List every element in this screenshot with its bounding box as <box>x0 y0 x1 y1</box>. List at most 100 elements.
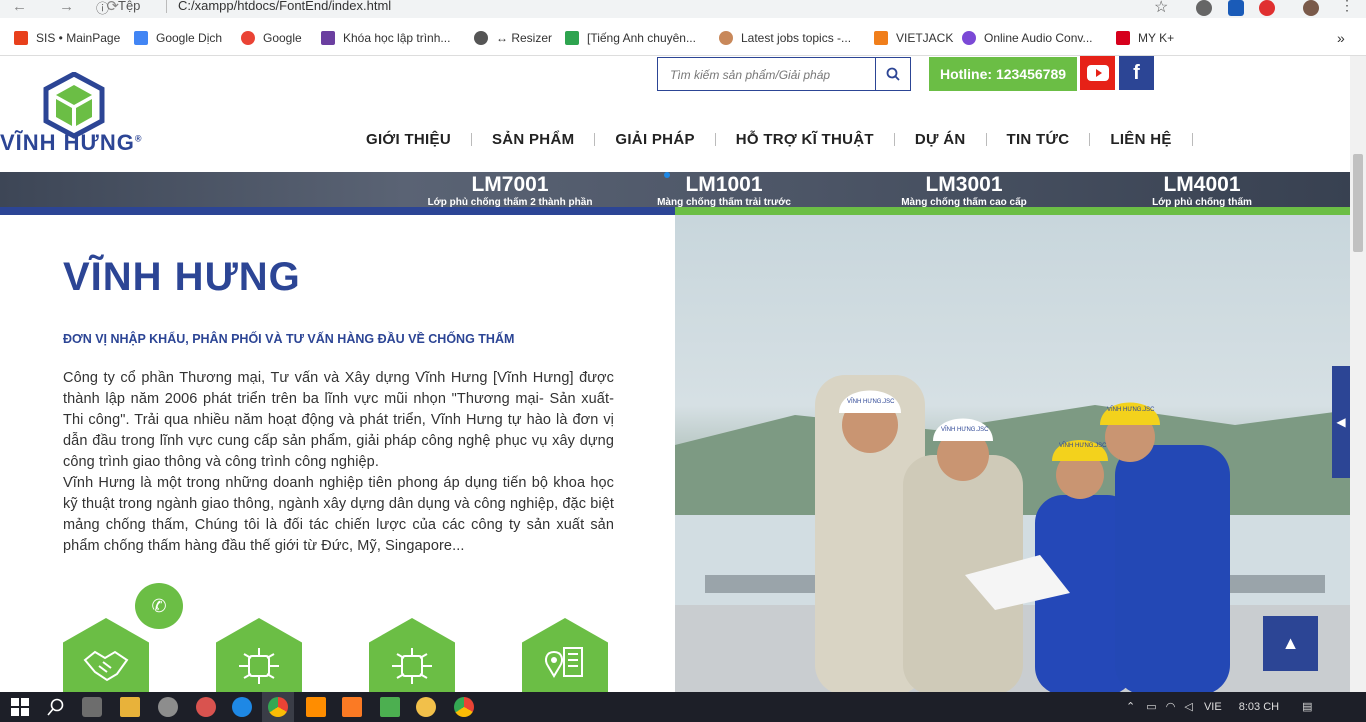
youtube-icon <box>1086 65 1109 81</box>
app-icon[interactable] <box>416 697 436 717</box>
bookmark-item[interactable]: Online Audio Conv... <box>962 30 1093 46</box>
product-tab[interactable]: LM3001 Màng chống thấm cao cấp <box>844 172 1084 208</box>
app-icon[interactable] <box>196 697 216 717</box>
site-logo[interactable]: VĨNH HƯNG® <box>0 71 160 159</box>
divider <box>166 0 167 13</box>
menu-giai-phap[interactable]: GIẢI PHÁP <box>595 132 716 147</box>
accent-bar-blue <box>0 207 675 215</box>
page-scrollbar[interactable] <box>1350 56 1366 692</box>
bookmark-item[interactable]: VIETJACK <box>874 30 953 46</box>
bookmark-icon <box>962 31 976 45</box>
registered-mark: ® <box>134 133 143 144</box>
menu-gioi-thieu[interactable]: GIỚI THIỆU <box>346 132 472 147</box>
file-explorer-icon[interactable] <box>120 697 140 717</box>
menu-du-an[interactable]: DỰ ÁN <box>895 132 987 147</box>
bookmark-icon <box>719 31 733 45</box>
website: VĨNH HƯNG® Tìm kiếm sản phẩm/Giải pháp H… <box>0 56 1350 692</box>
accent-bar-green <box>675 207 1350 215</box>
map-pin-icon <box>545 647 583 678</box>
extension-icon[interactable] <box>1259 0 1275 16</box>
product-tab[interactable]: LM4001 Lớp phủ chống thấm <box>1082 172 1322 208</box>
search-button[interactable] <box>875 58 910 90</box>
bookmark-item[interactable]: ↔ Resizer <box>474 30 552 46</box>
search-input[interactable]: Tìm kiếm sản phẩm/Giải pháp <box>670 68 830 82</box>
bookmark-item[interactable]: Google Dịch <box>134 30 222 46</box>
search-icon[interactable] <box>46 697 66 717</box>
bookmark-icon <box>565 31 579 45</box>
app-icon[interactable] <box>158 697 178 717</box>
tray-up-icon[interactable]: ⌃ <box>1126 701 1135 713</box>
extension-icon[interactable] <box>1228 0 1244 16</box>
chrome-icon[interactable] <box>454 697 474 717</box>
bookmark-item[interactable]: Khóa học lập trình... <box>321 30 450 46</box>
feature-technology[interactable] <box>216 618 302 692</box>
scroll-top-button[interactable]: ▲ <box>1263 616 1318 671</box>
helmet-label: VĨNH HƯNG.JSC <box>847 398 895 405</box>
bookmark-item[interactable]: [Tiếng Anh chuyên... <box>565 30 696 46</box>
hotline-button[interactable]: Hotline: 123456789 <box>929 57 1077 91</box>
bookmarks-more[interactable]: » <box>1337 30 1345 46</box>
xampp-icon[interactable] <box>342 697 362 717</box>
product-code: LM3001 <box>925 173 1003 196</box>
bookmark-item[interactable]: Latest jobs topics -... <box>719 30 851 46</box>
bookmark-star-icon[interactable]: ☆ <box>1154 0 1168 17</box>
chrome-icon[interactable] <box>268 697 288 717</box>
side-panel-toggle[interactable]: ◀ <box>1332 366 1350 478</box>
clock[interactable]: 8:03 CH <box>1239 701 1279 713</box>
intro-paragraph: Công ty cổ phần Thương mại, Tư vấn và Xâ… <box>63 370 614 470</box>
product-tab[interactable]: LM1001 Màng chống thấm trải trước <box>604 172 844 208</box>
engineers-illustration: VĨNH HƯNG.JSC VĨNH HƯNG.JSC VĨNH HƯNG.JSC V… <box>675 375 1350 692</box>
notification-icon[interactable]: ▤ <box>1302 701 1312 713</box>
facebook-button[interactable]: f <box>1119 56 1154 90</box>
brand-name: VĨNH HƯNG <box>0 130 135 155</box>
app-icon[interactable] <box>380 697 400 717</box>
wifi-icon[interactable]: ◠ <box>1166 701 1176 713</box>
edge-icon[interactable] <box>232 697 252 717</box>
scrollbar-thumb[interactable] <box>1353 154 1363 252</box>
product-tab[interactable]: LM7001 Lớp phủ chống thấm 2 thành phần <box>390 172 630 208</box>
menu-tin-tuc[interactable]: TIN TỨC <box>987 132 1091 147</box>
bookmark-icon <box>474 31 488 45</box>
phone-call-button[interactable]: ✆ <box>135 583 183 629</box>
search-icon <box>886 67 900 81</box>
youtube-button[interactable] <box>1080 56 1115 90</box>
feature-location[interactable] <box>522 618 608 692</box>
store-icon[interactable] <box>82 697 102 717</box>
battery-icon[interactable]: ▭ <box>1146 701 1156 713</box>
bookmark-icon <box>14 31 28 45</box>
feature-innovation[interactable] <box>369 618 455 692</box>
bookmark-icon <box>321 31 335 45</box>
volume-icon[interactable]: ◁ <box>1184 701 1192 713</box>
menu-lien-he[interactable]: LIÊN HỆ <box>1090 132 1193 147</box>
menu-ho-tro-ki-thuat[interactable]: HỖ TRỢ KĨ THUẬT <box>716 132 895 147</box>
product-code: LM1001 <box>685 173 763 196</box>
windows-start-icon[interactable] <box>10 697 30 717</box>
bookmark-icon <box>134 31 148 45</box>
extension-icon[interactable] <box>1196 0 1212 16</box>
profile-avatar[interactable] <box>1303 0 1319 16</box>
feature-handshake[interactable] <box>63 618 149 692</box>
bookmark-icon <box>241 31 255 45</box>
menu-icon[interactable]: ⋮ <box>1340 0 1354 14</box>
taskbar: ⌃ ▭ ◠ ◁ VIE 8:03 CH ▤ <box>0 692 1366 722</box>
circuit-brain-icon <box>239 648 279 684</box>
sublime-icon[interactable] <box>306 697 326 717</box>
helmet-label: VĨNH HƯNG.JSC <box>1059 442 1107 449</box>
file-indicator[interactable]: Tệp <box>118 0 140 13</box>
bookmark-item[interactable]: SIS • MainPage <box>14 30 120 46</box>
nav-buttons[interactable]: ← → ⟳ <box>12 0 133 15</box>
bookmark-item[interactable]: MY K+ <box>1116 30 1174 46</box>
search-box: Tìm kiếm sản phẩm/Giải pháp <box>657 57 911 91</box>
main-menu: GIỚI THIỆU SẢN PHẨM GIẢI PHÁP HỖ TRỢ KĨ … <box>346 129 1193 149</box>
menu-san-pham[interactable]: SẢN PHẨM <box>472 132 596 147</box>
circuit-brain-icon <box>392 648 432 684</box>
language-indicator[interactable]: VIE <box>1204 701 1222 713</box>
bookmark-icon <box>1116 31 1130 45</box>
section-heading: VĨNH HƯNG <box>63 255 301 299</box>
url-field[interactable]: C:/xampp/htdocs/FontEnd/index.html <box>178 0 391 13</box>
bookmark-item[interactable]: Google <box>241 30 302 46</box>
product-code: LM4001 <box>1163 173 1241 196</box>
info-icon[interactable]: ⓘ <box>96 0 109 17</box>
product-code: LM7001 <box>471 173 549 196</box>
section-subheading: ĐƠN VỊ NHẬP KHẨU, PHÂN PHỐI VÀ TƯ VẤN HÀ… <box>63 332 515 346</box>
